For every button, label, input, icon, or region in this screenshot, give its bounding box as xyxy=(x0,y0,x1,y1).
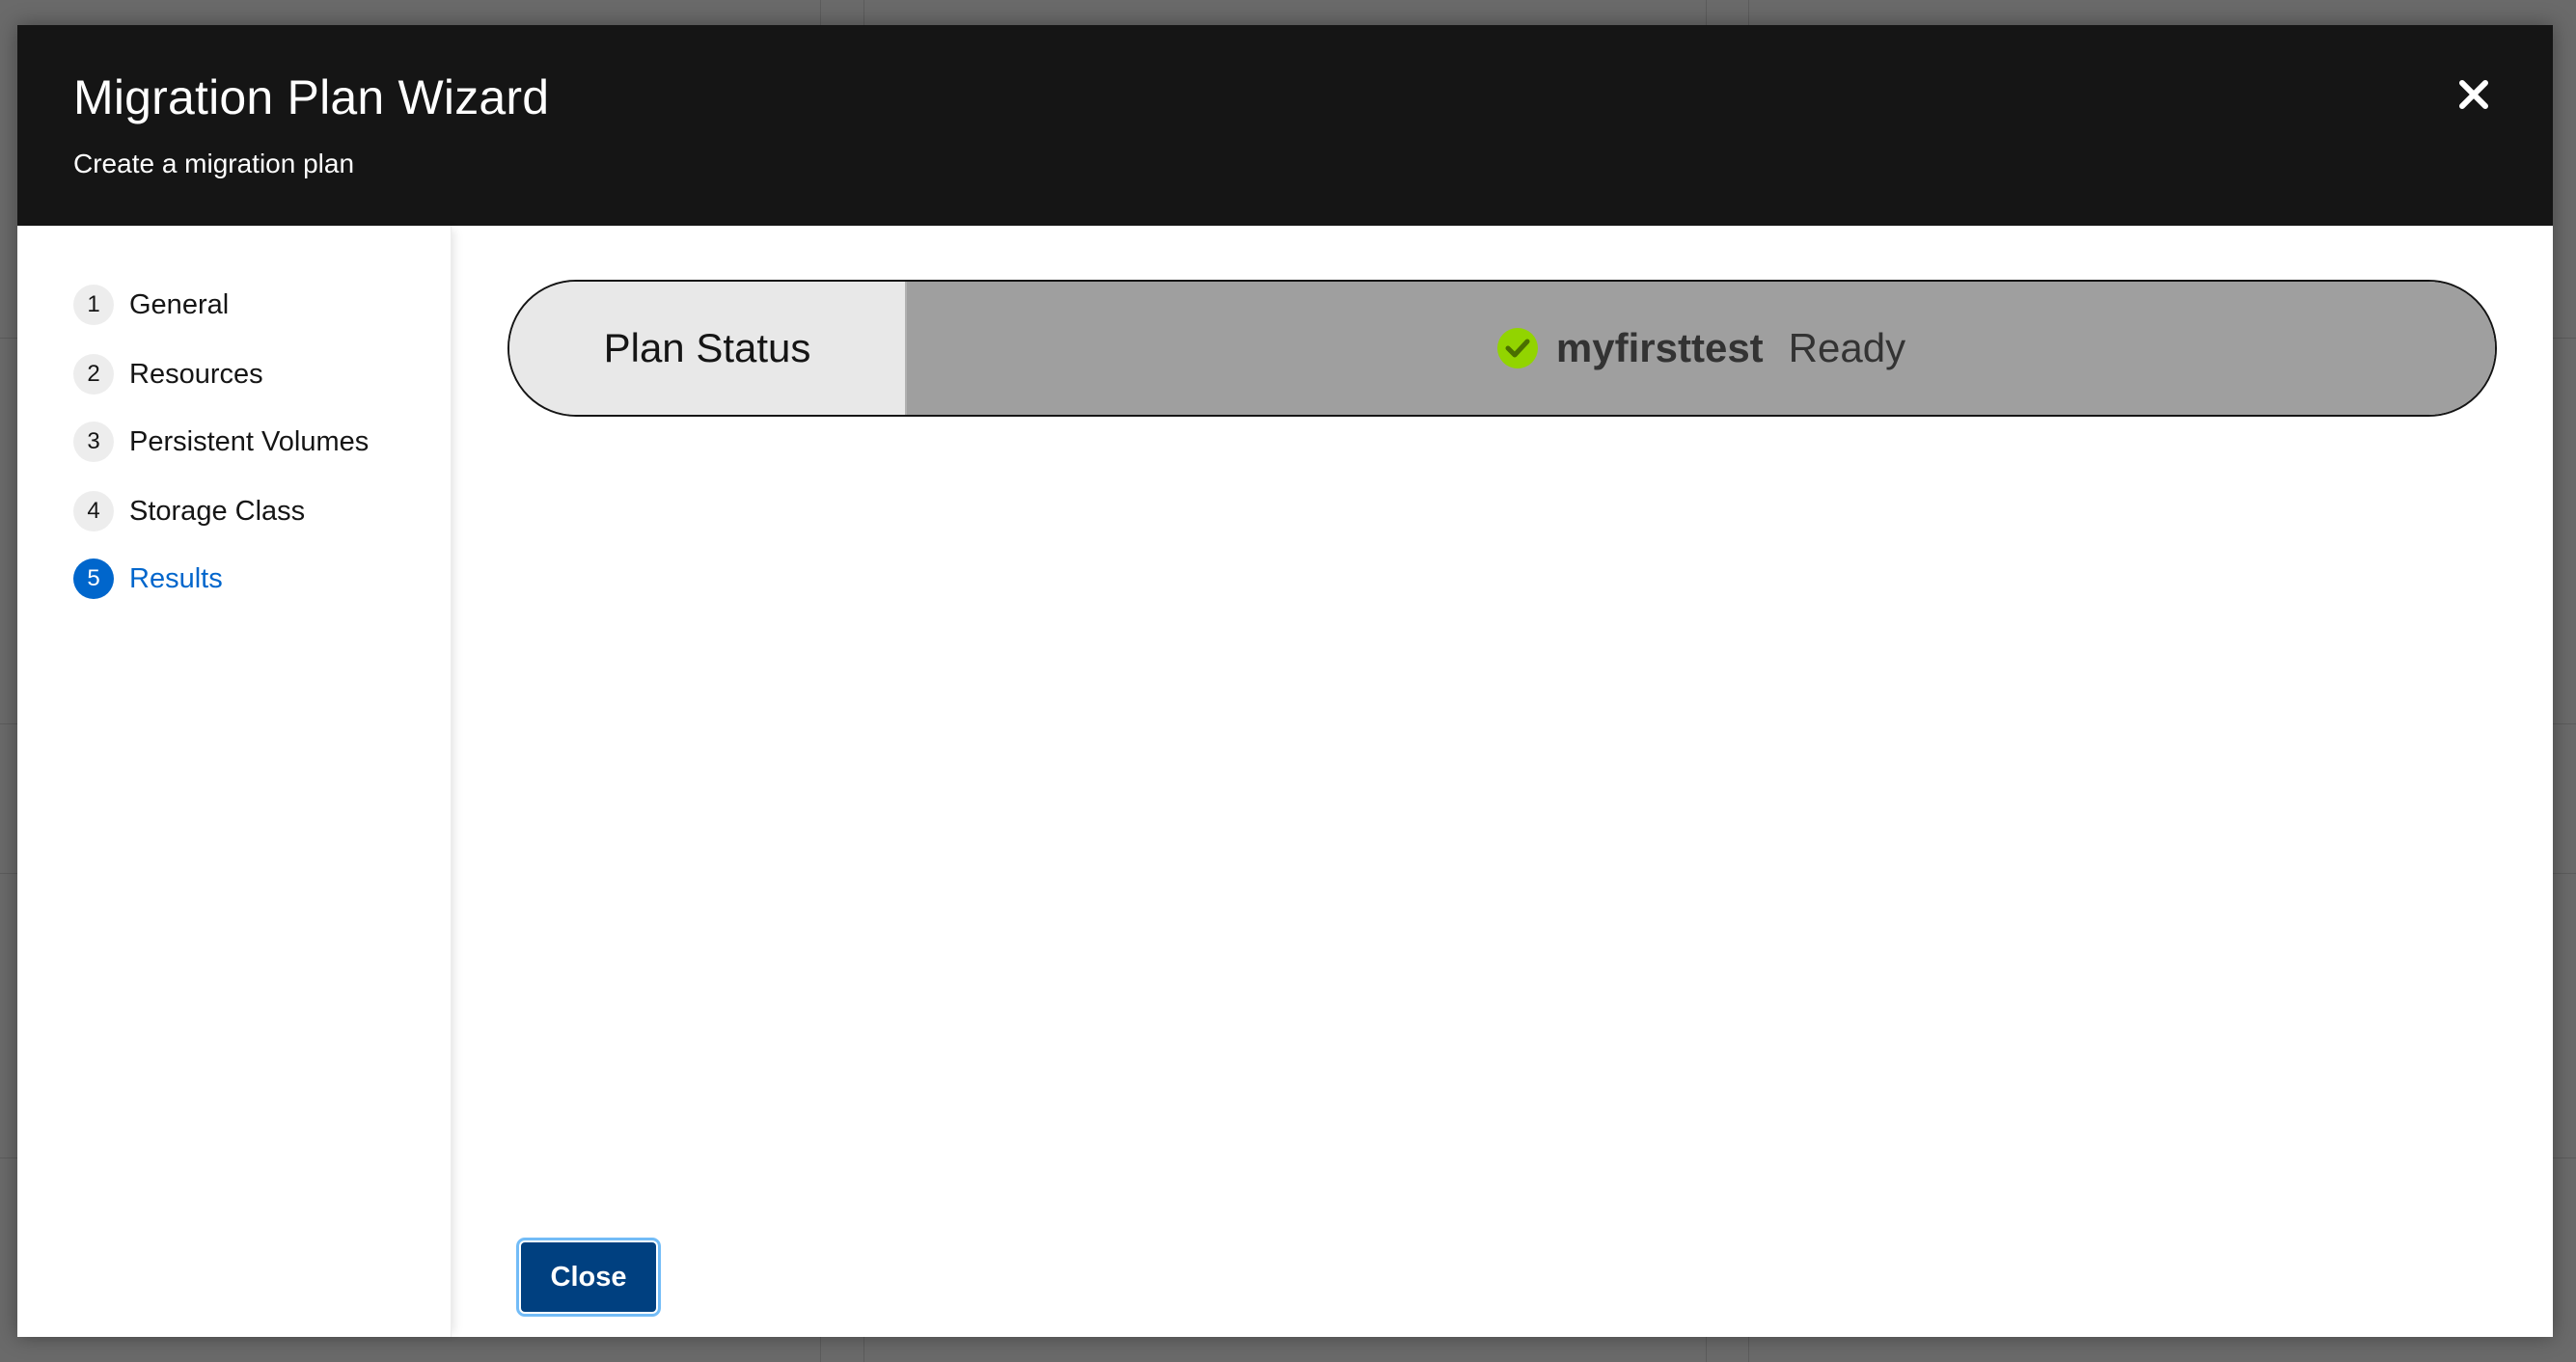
nav-item-label: Results xyxy=(129,562,223,594)
nav-item-storage-class[interactable]: 4 Storage Class xyxy=(73,490,305,532)
close-icon[interactable] xyxy=(2453,73,2495,116)
nav-item-label: Persistent Volumes xyxy=(129,425,370,457)
plan-name: myfirsttest xyxy=(1555,325,1764,370)
nav-item-general[interactable]: 1 General xyxy=(73,284,229,326)
step-number: 2 xyxy=(73,354,114,395)
modal-header: Migration Plan Wizard Create a migration… xyxy=(17,25,2553,226)
wizard-nav: 1 General 2 Resources 3 Persistent Volum… xyxy=(17,226,452,1337)
step-number: 3 xyxy=(73,422,114,462)
check-circle-icon xyxy=(1496,328,1538,368)
step-number: 5 xyxy=(73,558,114,599)
plan-status-label: Plan Status xyxy=(509,282,907,415)
plan-state: Ready xyxy=(1788,325,1906,370)
nav-item-persistent-volumes[interactable]: 3 Persistent Volumes xyxy=(73,421,369,463)
modal-title: Migration Plan Wizard xyxy=(73,70,550,124)
plan-status-bar: Plan Status myfirsttest Ready xyxy=(507,280,2497,417)
modal-subtitle: Create a migration plan xyxy=(73,149,355,178)
step-number: 4 xyxy=(73,491,114,531)
step-number: 1 xyxy=(73,285,114,325)
nav-item-label: Storage Class xyxy=(129,495,306,527)
nav-item-label: General xyxy=(129,288,230,320)
plan-status-value: myfirsttest Ready xyxy=(907,282,2495,415)
close-button[interactable]: Close xyxy=(516,1238,661,1317)
wizard-modal: Migration Plan Wizard Create a migration… xyxy=(17,25,2553,1337)
nav-item-resources[interactable]: 2 Resources xyxy=(73,353,263,395)
nav-item-label: Resources xyxy=(129,358,263,390)
nav-item-results[interactable]: 5 Results xyxy=(73,558,223,600)
